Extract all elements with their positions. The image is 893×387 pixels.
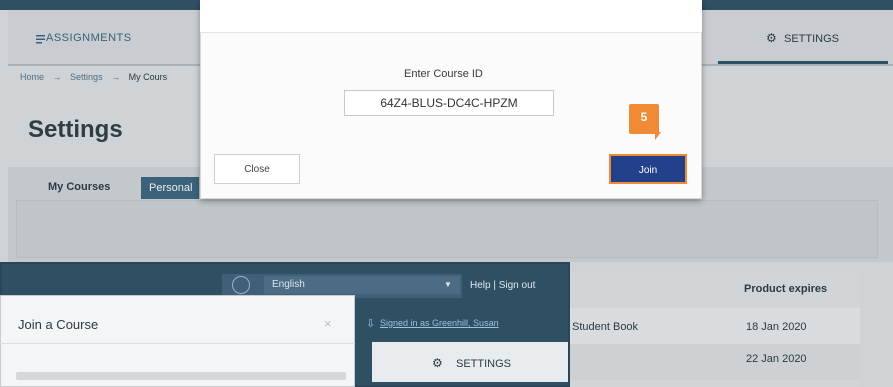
join-course-text-placeholder [16,372,346,380]
table-row [560,344,860,380]
breadcrumb-separator: → [52,72,62,82]
tab-personal[interactable]: Personal [141,177,199,199]
chevron-down-icon: ▼ [444,280,452,289]
breadcrumb: Home → Settings → My Cours [20,72,173,82]
table-cell-book: Student Book [572,321,639,333]
table-cell-expires: 18 Jan 2020 [746,321,807,333]
gear-icon: ⚙ [766,31,777,45]
modal-header [200,0,702,33]
language-select[interactable]: English [264,276,460,294]
inner-panel [16,200,878,258]
step-badge-pointer [655,132,661,140]
breadcrumb-settings[interactable]: Settings [70,72,103,82]
table-cell-expires: 22 Jan 2020 [746,353,807,365]
course-id-input[interactable] [344,90,554,116]
nav-assignments-link[interactable]: ASSIGNMENTS [46,32,132,44]
column-header-expires: Product expires [744,283,828,295]
close-button[interactable]: Close [214,154,300,184]
tab-my-courses[interactable]: My Courses [48,181,110,193]
overlay-settings-tab[interactable]: ⚙ SETTINGS [372,342,568,385]
breadcrumb-separator: → [111,72,121,82]
settings-tab[interactable]: ⚙ SETTINGS [718,18,888,64]
step-badge: 5 [629,104,659,134]
join-course-title: Join a Course [18,317,99,332]
user-icon: ⇩ [366,318,376,330]
help-signout-links[interactable]: Help | Sign out [470,280,535,291]
page-title: Settings [28,116,123,143]
signed-in-link[interactable]: Signed in as Greenhill, Susan [380,318,499,328]
gear-icon: ⚙ [432,356,443,370]
breadcrumb-current: My Cours [128,72,168,82]
overlay-settings-label: SETTINGS [456,358,512,370]
course-id-label: Enter Course ID [404,68,483,80]
divider [0,343,355,344]
breadcrumb-home[interactable]: Home [20,72,44,82]
settings-tab-label: SETTINGS [784,33,840,45]
join-button[interactable]: Join [609,154,687,184]
globe-icon [232,276,250,294]
close-icon[interactable]: × [324,316,332,331]
